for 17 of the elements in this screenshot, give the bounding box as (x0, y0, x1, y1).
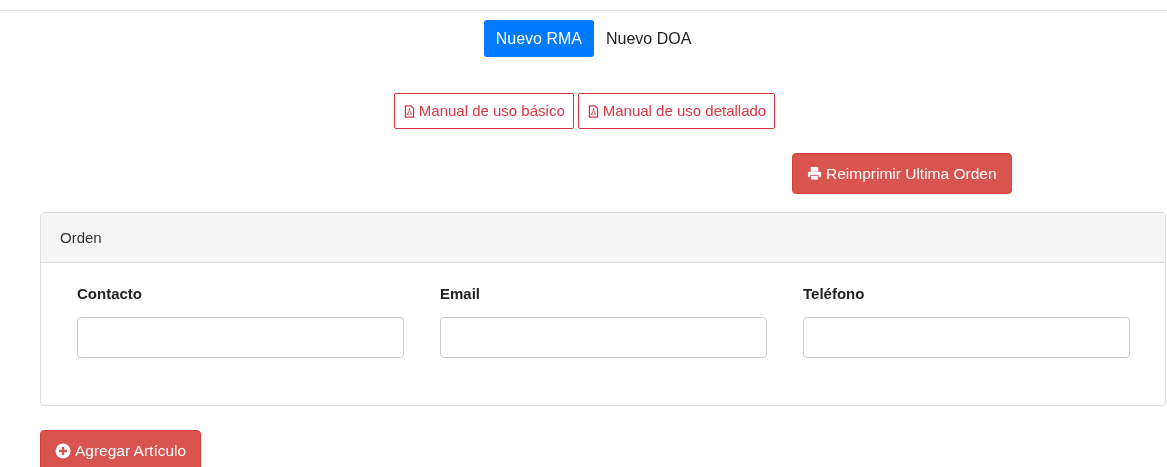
pdf-icon (586, 103, 600, 119)
tab[interactable]: Nuevo DOA (593, 20, 704, 57)
input-field[interactable] (77, 316, 404, 358)
plus-circle-icon (55, 442, 71, 459)
panel-title: Orden (41, 213, 1165, 264)
printer-icon (807, 166, 822, 182)
add-item-button[interactable]: Agregar Artículo (40, 430, 202, 467)
tab[interactable]: Nuevo RMA (483, 20, 594, 57)
pdf-icon (402, 103, 416, 119)
input-field[interactable] (440, 316, 767, 358)
field-label: Email (440, 284, 482, 305)
field-label: Contacto (77, 284, 143, 305)
manual-link[interactable]: Manual de uso básico (393, 93, 574, 129)
input-field[interactable] (803, 316, 1130, 358)
manual-link[interactable]: Manual de uso detallado (577, 93, 776, 129)
field-label: Teléfono (803, 284, 866, 305)
reprint-button[interactable]: Reimprimir Ultima Orden (792, 153, 1012, 195)
